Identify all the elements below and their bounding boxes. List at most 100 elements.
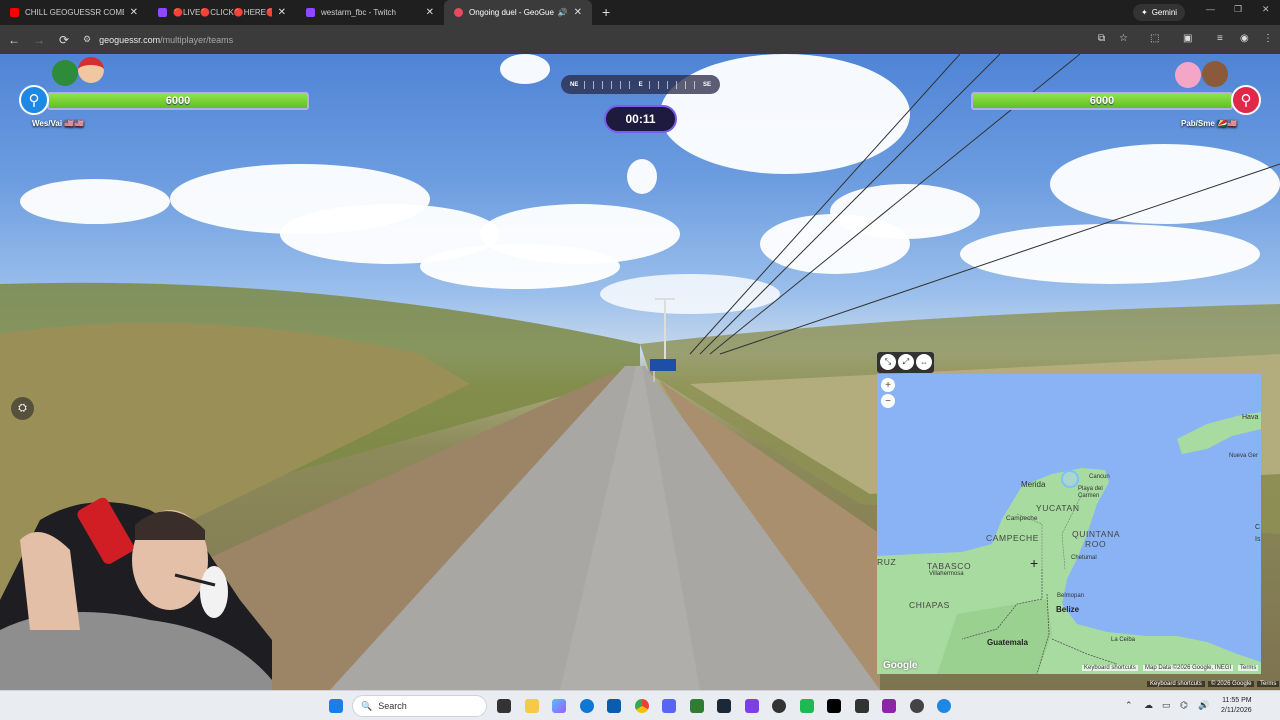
restore-icon[interactable]: ❐	[1234, 4, 1242, 15]
new-tab-button[interactable]: +	[592, 0, 620, 25]
current-location-marker	[1061, 470, 1079, 488]
player-avatar	[52, 60, 78, 86]
guess-map[interactable]: Merida Cancun Playa del Carmen YUCATAN C…	[877, 374, 1261, 674]
close-icon[interactable]: ✕	[574, 7, 582, 18]
right-team-pin-icon: ⚲	[1231, 85, 1261, 115]
reload-icon[interactable]: ⟳	[53, 33, 75, 47]
map-keyboard-shortcuts[interactable]: Keyboard shortcuts	[1082, 665, 1138, 671]
map-land	[877, 412, 1261, 674]
player-avatar	[1175, 62, 1201, 88]
tab-title: 🔴LIVE🔴CLICK🔴HERE🔴DR	[173, 8, 272, 17]
round-timer: 00:11	[604, 105, 677, 133]
zoom-out-button[interactable]: −	[881, 394, 895, 408]
profile-icon[interactable]: ◉	[1240, 33, 1249, 44]
player-avatar	[78, 57, 104, 83]
tiktok-icon[interactable]	[827, 699, 841, 713]
map-label-yucatan: YUCATAN	[1036, 503, 1080, 513]
steam-icon[interactable]	[717, 699, 731, 713]
media-icon[interactable]: ≡	[1217, 33, 1223, 44]
map-label-campeche: CAMPECHE	[986, 533, 1039, 543]
system-clock[interactable]: 11:55 PM 2/11/2026	[1221, 696, 1252, 716]
bookmark-star-icon[interactable]: ☆	[1119, 33, 1128, 44]
map-label-la-ceiba: La Ceiba	[1111, 637, 1136, 643]
game-copyright: © 2026 Google	[1208, 681, 1255, 687]
compass: NE E SE	[561, 75, 720, 94]
left-team-name: Wes/Vai 🇺🇸🇺🇸	[32, 119, 85, 128]
compass-center: E	[638, 81, 643, 88]
minimize-icon[interactable]: —	[1206, 4, 1215, 14]
tab-title: westarm_fbc - Twitch	[321, 8, 396, 17]
menu-icon[interactable]: ⋮	[1263, 33, 1273, 44]
expand-map-icon[interactable]: ⤡	[880, 354, 896, 370]
discord-icon[interactable]	[662, 699, 676, 713]
tab-search-icon[interactable]: ▣	[1183, 33, 1192, 44]
task-view-icon[interactable]	[497, 699, 511, 713]
app-4k-icon[interactable]	[772, 699, 786, 713]
app-grid-icon[interactable]	[745, 699, 759, 713]
copilot-icon[interactable]	[552, 699, 566, 713]
close-icon[interactable]: ✕	[130, 7, 138, 18]
edge-icon[interactable]	[580, 699, 594, 713]
taskbar-search[interactable]: 🔍 Search	[352, 695, 487, 717]
browser-toolbar: ← → ⟳ ⚙ geoguessr.com/multiplayer/teams …	[0, 25, 1280, 54]
map-label-chiapas: CHIAPAS	[909, 600, 950, 610]
forward-icon[interactable]: →	[28, 33, 50, 47]
youtube-icon	[10, 8, 19, 17]
tab-twitch-live[interactable]: 🔴LIVE🔴CLICK🔴HERE🔴DR ✕	[148, 0, 296, 25]
address-bar[interactable]: ⚙ geoguessr.com/multiplayer/teams	[75, 29, 1140, 50]
gemini-label: Gemini	[1151, 8, 1178, 17]
tab-twitch-westarm[interactable]: westarm_fbc - Twitch ✕	[296, 0, 444, 25]
map-label-playa: Playa del Carmen	[1078, 486, 1103, 499]
cloud-icon[interactable]: ☁	[1144, 700, 1153, 711]
windows-start-icon[interactable]	[329, 699, 343, 713]
map-label-campeche-city: Campeche	[1006, 515, 1038, 522]
close-icon[interactable]: ✕	[426, 7, 434, 18]
map-terms-link[interactable]: Terms	[1238, 665, 1259, 671]
map-label-tabasco: TABASCO	[927, 561, 972, 571]
chrome-icon[interactable]	[635, 699, 649, 713]
report-icon[interactable]: ⛭	[11, 397, 34, 420]
map-label-cay: C	[1255, 524, 1261, 531]
map-data-attribution: Map Data ©2026 Google, INEGI	[1143, 665, 1234, 671]
close-icon[interactable]: ✕	[278, 7, 286, 18]
store-icon[interactable]	[607, 699, 621, 713]
zoom-in-button[interactable]: +	[881, 378, 895, 392]
taskbar: 🔍 Search ⌃ ☁ ▭ ⌬ 🔊 11:55 PM 2/11/2026	[0, 690, 1280, 720]
twitch-icon	[306, 8, 315, 17]
app-icon[interactable]	[882, 699, 896, 713]
file-explorer-icon[interactable]	[525, 699, 539, 713]
extensions-icon[interactable]: ⬚	[1150, 33, 1159, 44]
back-icon[interactable]: ←	[3, 33, 25, 47]
compass-ticks	[584, 80, 633, 89]
app-icon[interactable]	[855, 699, 869, 713]
obs-icon[interactable]	[910, 699, 924, 713]
pin-map-icon[interactable]: ⇔	[916, 354, 932, 370]
minecraft-icon[interactable]	[690, 699, 704, 713]
install-icon[interactable]: ⧉	[1098, 33, 1105, 44]
tray-chevron-icon[interactable]: ⌃	[1125, 700, 1133, 711]
site-info-icon[interactable]: ⚙	[83, 34, 91, 45]
tab-geoguessr[interactable]: Ongoing duel - GeoGuessr 🔊 ✕	[444, 0, 592, 25]
game-terms-link[interactable]: Terms	[1257, 681, 1280, 687]
url-path: /multiplayer/teams	[160, 34, 234, 45]
gemini-button[interactable]: ✦ Gemini	[1133, 4, 1186, 21]
tab-strip: CHILL GEOGUESSR COME AND ✕ 🔴LIVE🔴CLICK🔴H…	[0, 0, 1280, 25]
clock-time: 11:55 PM	[1222, 697, 1252, 704]
tab-youtube[interactable]: CHILL GEOGUESSR COME AND ✕	[0, 0, 148, 25]
search-icon: 🔍	[361, 700, 373, 711]
battery-icon[interactable]: ▭	[1162, 700, 1171, 711]
speaker-icon[interactable]: 🔊	[558, 8, 568, 17]
game-keyboard-shortcuts[interactable]: Keyboard shortcuts	[1147, 681, 1205, 687]
close-window-icon[interactable]: ✕	[1262, 4, 1270, 15]
shrink-map-icon[interactable]: ⤢	[898, 354, 914, 370]
volume-icon[interactable]: 🔊	[1198, 700, 1209, 711]
google-logo: Google	[883, 660, 918, 671]
gemini-icon: ✦	[1141, 8, 1148, 17]
app-icon[interactable]	[800, 699, 814, 713]
crosshair-cursor-icon: +	[1030, 555, 1039, 571]
app-icon[interactable]	[937, 699, 951, 713]
map-label-guatemala: Guatemala	[987, 638, 1028, 647]
map-label-merida: Merida	[1021, 480, 1046, 489]
clock-date: 2/11/2026	[1221, 707, 1252, 714]
network-icon[interactable]: ⌬	[1180, 700, 1188, 711]
